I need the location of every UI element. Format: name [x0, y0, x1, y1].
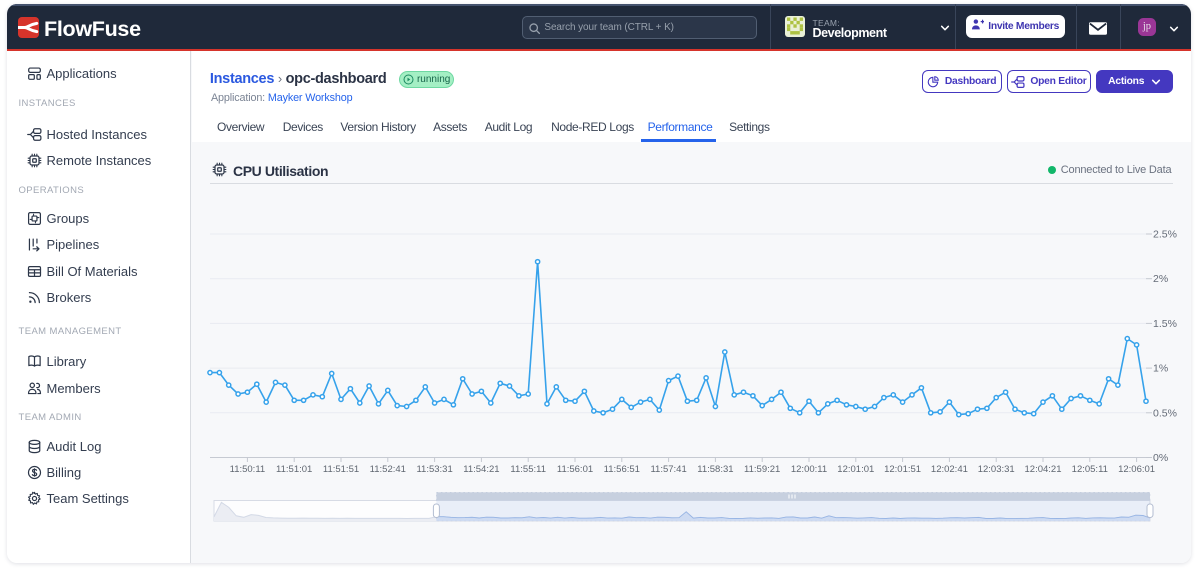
svg-text:11:55:11: 11:55:11: [510, 464, 546, 475]
svg-text:12:00:11: 12:00:11: [791, 464, 827, 475]
svg-text:11:54:21: 11:54:21: [463, 464, 499, 475]
svg-text:11:56:51: 11:56:51: [604, 464, 640, 475]
svg-text:12:04:21: 12:04:21: [1025, 464, 1062, 475]
svg-text:1.5%: 1.5%: [1153, 318, 1177, 330]
svg-text:11:59:21: 11:59:21: [744, 464, 780, 475]
svg-text:11:51:01: 11:51:01: [276, 464, 312, 475]
svg-text:11:51:51: 11:51:51: [323, 464, 359, 475]
svg-text:2%: 2%: [1153, 273, 1168, 285]
svg-text:1%: 1%: [1153, 363, 1168, 375]
svg-text:11:52:41: 11:52:41: [370, 464, 406, 475]
svg-text:0%: 0%: [1153, 452, 1168, 464]
svg-text:12:05:11: 12:05:11: [1072, 464, 1108, 475]
svg-text:0.5%: 0.5%: [1153, 407, 1177, 419]
svg-text:12:06:01: 12:06:01: [1118, 464, 1155, 475]
svg-text:11:50:11: 11:50:11: [230, 464, 266, 475]
svg-text:2.5%: 2.5%: [1153, 229, 1177, 241]
svg-text:11:57:41: 11:57:41: [650, 464, 686, 475]
svg-text:11:56:01: 11:56:01: [557, 464, 593, 475]
svg-text:11:58:31: 11:58:31: [697, 464, 733, 475]
svg-text:12:01:51: 12:01:51: [884, 464, 921, 475]
svg-text:12:02:41: 12:02:41: [931, 464, 968, 475]
svg-text:12:01:01: 12:01:01: [837, 464, 874, 475]
svg-text:11:53:31: 11:53:31: [416, 464, 452, 475]
svg-text:12:03:31: 12:03:31: [978, 464, 1015, 475]
